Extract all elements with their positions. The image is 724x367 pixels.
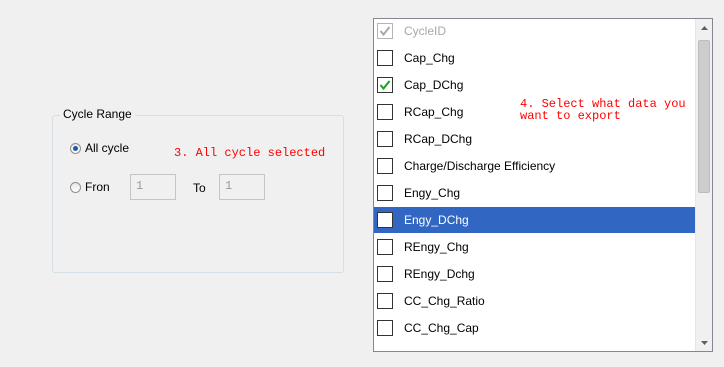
list-item-label: Engy_DChg	[404, 213, 469, 227]
checkbox[interactable]	[377, 320, 393, 336]
to-cycle-input[interactable]: 1	[219, 174, 265, 200]
checkbox[interactable]	[377, 131, 393, 147]
checkbox[interactable]	[377, 266, 393, 282]
list-item[interactable]: CycleID	[374, 19, 696, 44]
all-cycle-radio[interactable]	[70, 142, 81, 154]
checkmark-icon	[379, 26, 391, 37]
checkbox[interactable]	[377, 293, 393, 309]
list-item[interactable]: Engy_Chg	[374, 180, 696, 206]
checkbox[interactable]	[377, 239, 393, 255]
list-item-label: CC_Chg_Cap	[404, 321, 479, 335]
list-item[interactable]: REngy_Chg	[374, 234, 696, 260]
vertical-scrollbar[interactable]	[695, 19, 712, 351]
list-item[interactable]: CC_Chg_Ratio	[374, 288, 696, 314]
checkbox[interactable]	[377, 104, 393, 120]
annotation-step4-line2: want to export	[520, 109, 621, 123]
list-item-label: REngy_Chg	[404, 240, 469, 254]
checkbox[interactable]	[377, 212, 393, 228]
export-data-listbox[interactable]: CycleID Cap_Chg Cap_DChg RCap_Chg RCap_DChg C…	[373, 18, 713, 352]
list-item[interactable]: Cap_DChg	[374, 72, 696, 98]
from-radio[interactable]	[70, 181, 81, 193]
from-radio-option[interactable]: Fron	[70, 180, 110, 194]
cycle-range-title: Cycle Range	[60, 106, 135, 122]
checkbox[interactable]	[377, 77, 393, 93]
all-cycle-radio-option[interactable]: All cycle	[70, 141, 129, 155]
checkbox[interactable]	[377, 50, 393, 66]
list-item-label: Cap_DChg	[404, 78, 464, 92]
from-label: Fron	[85, 180, 110, 194]
list-item[interactable]: CC_Chg_Cap	[374, 315, 696, 341]
list-item-label: Cap_Chg	[404, 51, 455, 65]
checkmark-icon	[379, 80, 391, 91]
list-item[interactable]: Charge/Discharge Efficiency	[374, 153, 696, 179]
checkbox[interactable]	[377, 185, 393, 201]
list-item-label: CycleID	[404, 24, 447, 38]
list-item-label: RCap_Chg	[404, 105, 464, 119]
list-item-label: Charge/Discharge Efficiency	[404, 159, 556, 173]
list-item[interactable]: REngy_Dchg	[374, 261, 696, 287]
scroll-up-arrow-icon[interactable]	[696, 19, 712, 36]
list-item-label: CC_Chg_Ratio	[404, 294, 485, 308]
list-item-label: RCap_DChg	[404, 132, 473, 146]
scroll-thumb[interactable]	[698, 40, 710, 193]
list-item[interactable]: Engy_DChg	[374, 207, 696, 233]
all-cycle-label: All cycle	[85, 141, 130, 155]
to-label: To	[193, 181, 206, 195]
list-item[interactable]: RCap_DChg	[374, 126, 696, 152]
list-item-label: REngy_Dchg	[404, 267, 475, 281]
annotation-step3: 3. All cycle selected	[174, 146, 326, 160]
checkbox	[377, 23, 393, 39]
from-cycle-input[interactable]: 1	[130, 174, 176, 200]
scroll-down-arrow-icon[interactable]	[696, 334, 712, 351]
checkbox[interactable]	[377, 158, 393, 174]
list-item[interactable]: Cap_Chg	[374, 45, 696, 71]
list-item-label: Engy_Chg	[404, 186, 461, 200]
